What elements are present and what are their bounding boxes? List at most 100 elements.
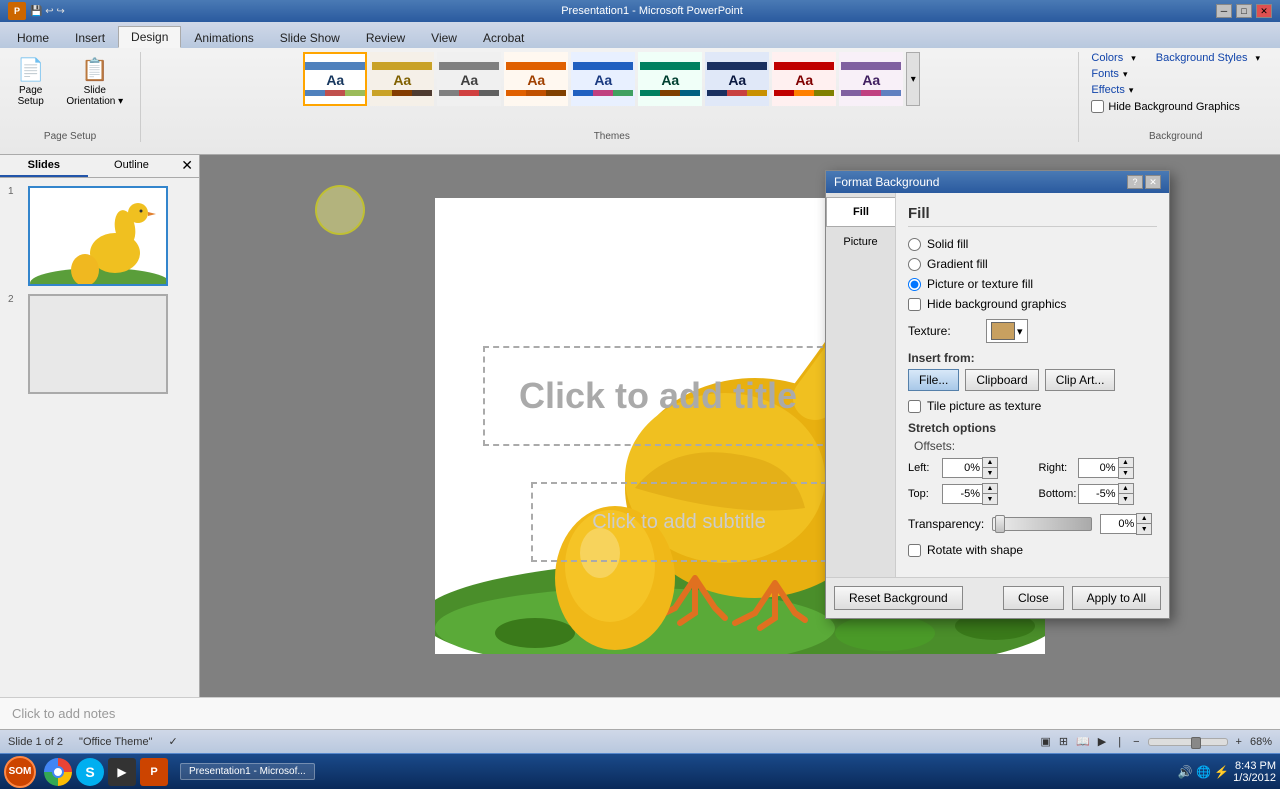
gradient-fill-radio[interactable] xyxy=(908,258,921,271)
tab-view[interactable]: View xyxy=(418,26,470,48)
sidebar-item-fill[interactable]: Fill xyxy=(826,197,895,227)
subtitle-placeholder-text: Click to add subtitle xyxy=(592,511,765,534)
file-button[interactable]: File... xyxy=(908,369,959,391)
theme-6[interactable]: Aa xyxy=(638,52,702,106)
zoom-in-btn[interactable]: + xyxy=(1236,736,1242,748)
page-setup-button[interactable]: 📄 PageSetup xyxy=(8,52,53,112)
sidebar-item-picture[interactable]: Picture xyxy=(826,227,895,257)
transparency-up[interactable]: ▲ xyxy=(1137,514,1151,524)
left-down[interactable]: ▼ xyxy=(983,468,997,478)
tab-animations[interactable]: Animations xyxy=(181,26,266,48)
clipboard-button[interactable]: Clipboard xyxy=(965,369,1038,391)
skype-icon[interactable]: S xyxy=(76,758,104,786)
gradient-fill-row[interactable]: Gradient fill xyxy=(908,257,1157,271)
view-reading-icon[interactable]: 📖 xyxy=(1076,735,1090,748)
transparency-down[interactable]: ▼ xyxy=(1137,524,1151,534)
page-setup-icon: 📄 xyxy=(17,57,44,83)
tab-acrobat[interactable]: Acrobat xyxy=(470,26,537,48)
bottom-up[interactable]: ▲ xyxy=(1119,484,1133,494)
theme-5[interactable]: Aa xyxy=(571,52,635,106)
tab-home[interactable]: Home xyxy=(4,26,62,48)
slide-item-1[interactable]: 1 xyxy=(8,186,191,286)
slide-preview-2[interactable] xyxy=(28,294,168,394)
slide-item-2[interactable]: 2 xyxy=(8,294,191,394)
fonts-arrow: ▾ xyxy=(1123,69,1128,80)
dialog-help-button[interactable]: ? xyxy=(1127,175,1143,189)
transparency-slider[interactable] xyxy=(992,517,1092,531)
reset-background-button[interactable]: Reset Background xyxy=(834,586,963,610)
right-down[interactable]: ▼ xyxy=(1119,468,1133,478)
background-styles-link[interactable]: Background Styles xyxy=(1156,52,1248,64)
clip-art-button[interactable]: Clip Art... xyxy=(1045,369,1116,391)
panel-tab-outline[interactable]: Outline xyxy=(88,155,176,177)
subtitle-placeholder[interactable]: Click to add subtitle xyxy=(531,482,827,562)
tab-insert[interactable]: Insert xyxy=(62,26,118,48)
theme-2[interactable]: Aa xyxy=(370,52,434,106)
theme-9[interactable]: Aa xyxy=(839,52,903,106)
view-slide-sorter-icon[interactable]: ⊞ xyxy=(1059,735,1068,748)
panel-close-button[interactable]: ✕ xyxy=(175,155,199,177)
transparency-thumb[interactable] xyxy=(995,515,1005,533)
effects-link[interactable]: Effects xyxy=(1091,84,1124,96)
rotate-label: Rotate with shape xyxy=(927,543,1023,557)
theme-4[interactable]: Aa xyxy=(504,52,568,106)
zoom-out-btn[interactable]: − xyxy=(1133,736,1139,748)
hide-bg-graphics-row[interactable]: Hide background graphics xyxy=(908,297,1157,311)
theme-3[interactable]: Aa xyxy=(437,52,501,106)
minimize-button[interactable]: ─ xyxy=(1216,4,1232,18)
apply-to-all-button[interactable]: Apply to All xyxy=(1072,586,1161,610)
top-down[interactable]: ▼ xyxy=(983,494,997,504)
slide-orientation-button[interactable]: 📋 SlideOrientation ▾ xyxy=(57,52,132,112)
chrome-icon[interactable] xyxy=(44,758,72,786)
taskbar-presentation-item[interactable]: Presentation1 - Microsof... xyxy=(180,763,315,780)
video-icon[interactable]: ▶ xyxy=(108,758,136,786)
bottom-input[interactable] xyxy=(1078,484,1118,504)
title-placeholder[interactable]: Click to add title xyxy=(483,346,833,446)
zoom-slider[interactable] xyxy=(1148,738,1228,746)
colors-link[interactable]: Colors xyxy=(1091,52,1123,64)
tab-review[interactable]: Review xyxy=(353,26,418,48)
transparency-input[interactable] xyxy=(1100,514,1136,534)
maximize-button[interactable]: □ xyxy=(1236,4,1252,18)
right-up[interactable]: ▲ xyxy=(1119,458,1133,468)
texture-preview xyxy=(991,322,1015,340)
solid-fill-radio[interactable] xyxy=(908,238,921,251)
tab-slideshow[interactable]: Slide Show xyxy=(267,26,353,48)
panel-tab-slides[interactable]: Slides xyxy=(0,155,88,177)
dialog-close-button[interactable]: ✕ xyxy=(1145,175,1161,189)
hide-bg-checkbox[interactable] xyxy=(1091,100,1104,113)
view-slideshow-icon[interactable]: ▶ xyxy=(1098,735,1106,748)
top-up[interactable]: ▲ xyxy=(983,484,997,494)
tab-design[interactable]: Design xyxy=(118,26,181,48)
theme-office[interactable]: Aa xyxy=(303,52,367,106)
fonts-link[interactable]: Fonts xyxy=(1091,68,1119,80)
left-input[interactable] xyxy=(942,458,982,478)
close-button[interactable]: ✕ xyxy=(1256,4,1272,18)
themes-scroll-down[interactable]: ▾ xyxy=(906,52,920,106)
theme-7[interactable]: Aa xyxy=(705,52,769,106)
picture-fill-radio[interactable] xyxy=(908,278,921,291)
close-dialog-button[interactable]: Close xyxy=(1003,586,1064,610)
tile-checkbox[interactable] xyxy=(908,400,921,413)
left-up[interactable]: ▲ xyxy=(983,458,997,468)
taskbar-apps: S ▶ P xyxy=(44,758,168,786)
right-input[interactable] xyxy=(1078,458,1118,478)
hide-bg-graphics-checkbox[interactable] xyxy=(908,298,921,311)
title-placeholder-text: Click to add title xyxy=(519,375,797,417)
rotate-checkbox-row[interactable]: Rotate with shape xyxy=(908,543,1157,557)
tile-checkbox-row[interactable]: Tile picture as texture xyxy=(908,399,1157,413)
theme-8[interactable]: Aa xyxy=(772,52,836,106)
window-controls: ─ □ ✕ xyxy=(1216,4,1272,18)
bottom-down[interactable]: ▼ xyxy=(1119,494,1133,504)
picture-fill-row[interactable]: Picture or texture fill xyxy=(908,277,1157,291)
view-normal-icon[interactable]: ▣ xyxy=(1040,735,1050,748)
top-input[interactable] xyxy=(942,484,982,504)
notes-bar[interactable]: Click to add notes xyxy=(0,697,1280,729)
status-separator: | xyxy=(1118,736,1121,748)
rotate-checkbox[interactable] xyxy=(908,544,921,557)
powerpoint-taskbar-icon[interactable]: P xyxy=(140,758,168,786)
slide-preview-1[interactable] xyxy=(28,186,168,286)
solid-fill-row[interactable]: Solid fill xyxy=(908,237,1157,251)
title-bar: P 💾 ↩ ↪ Presentation1 - Microsoft PowerP… xyxy=(0,0,1280,22)
texture-button[interactable]: ▾ xyxy=(986,319,1028,343)
